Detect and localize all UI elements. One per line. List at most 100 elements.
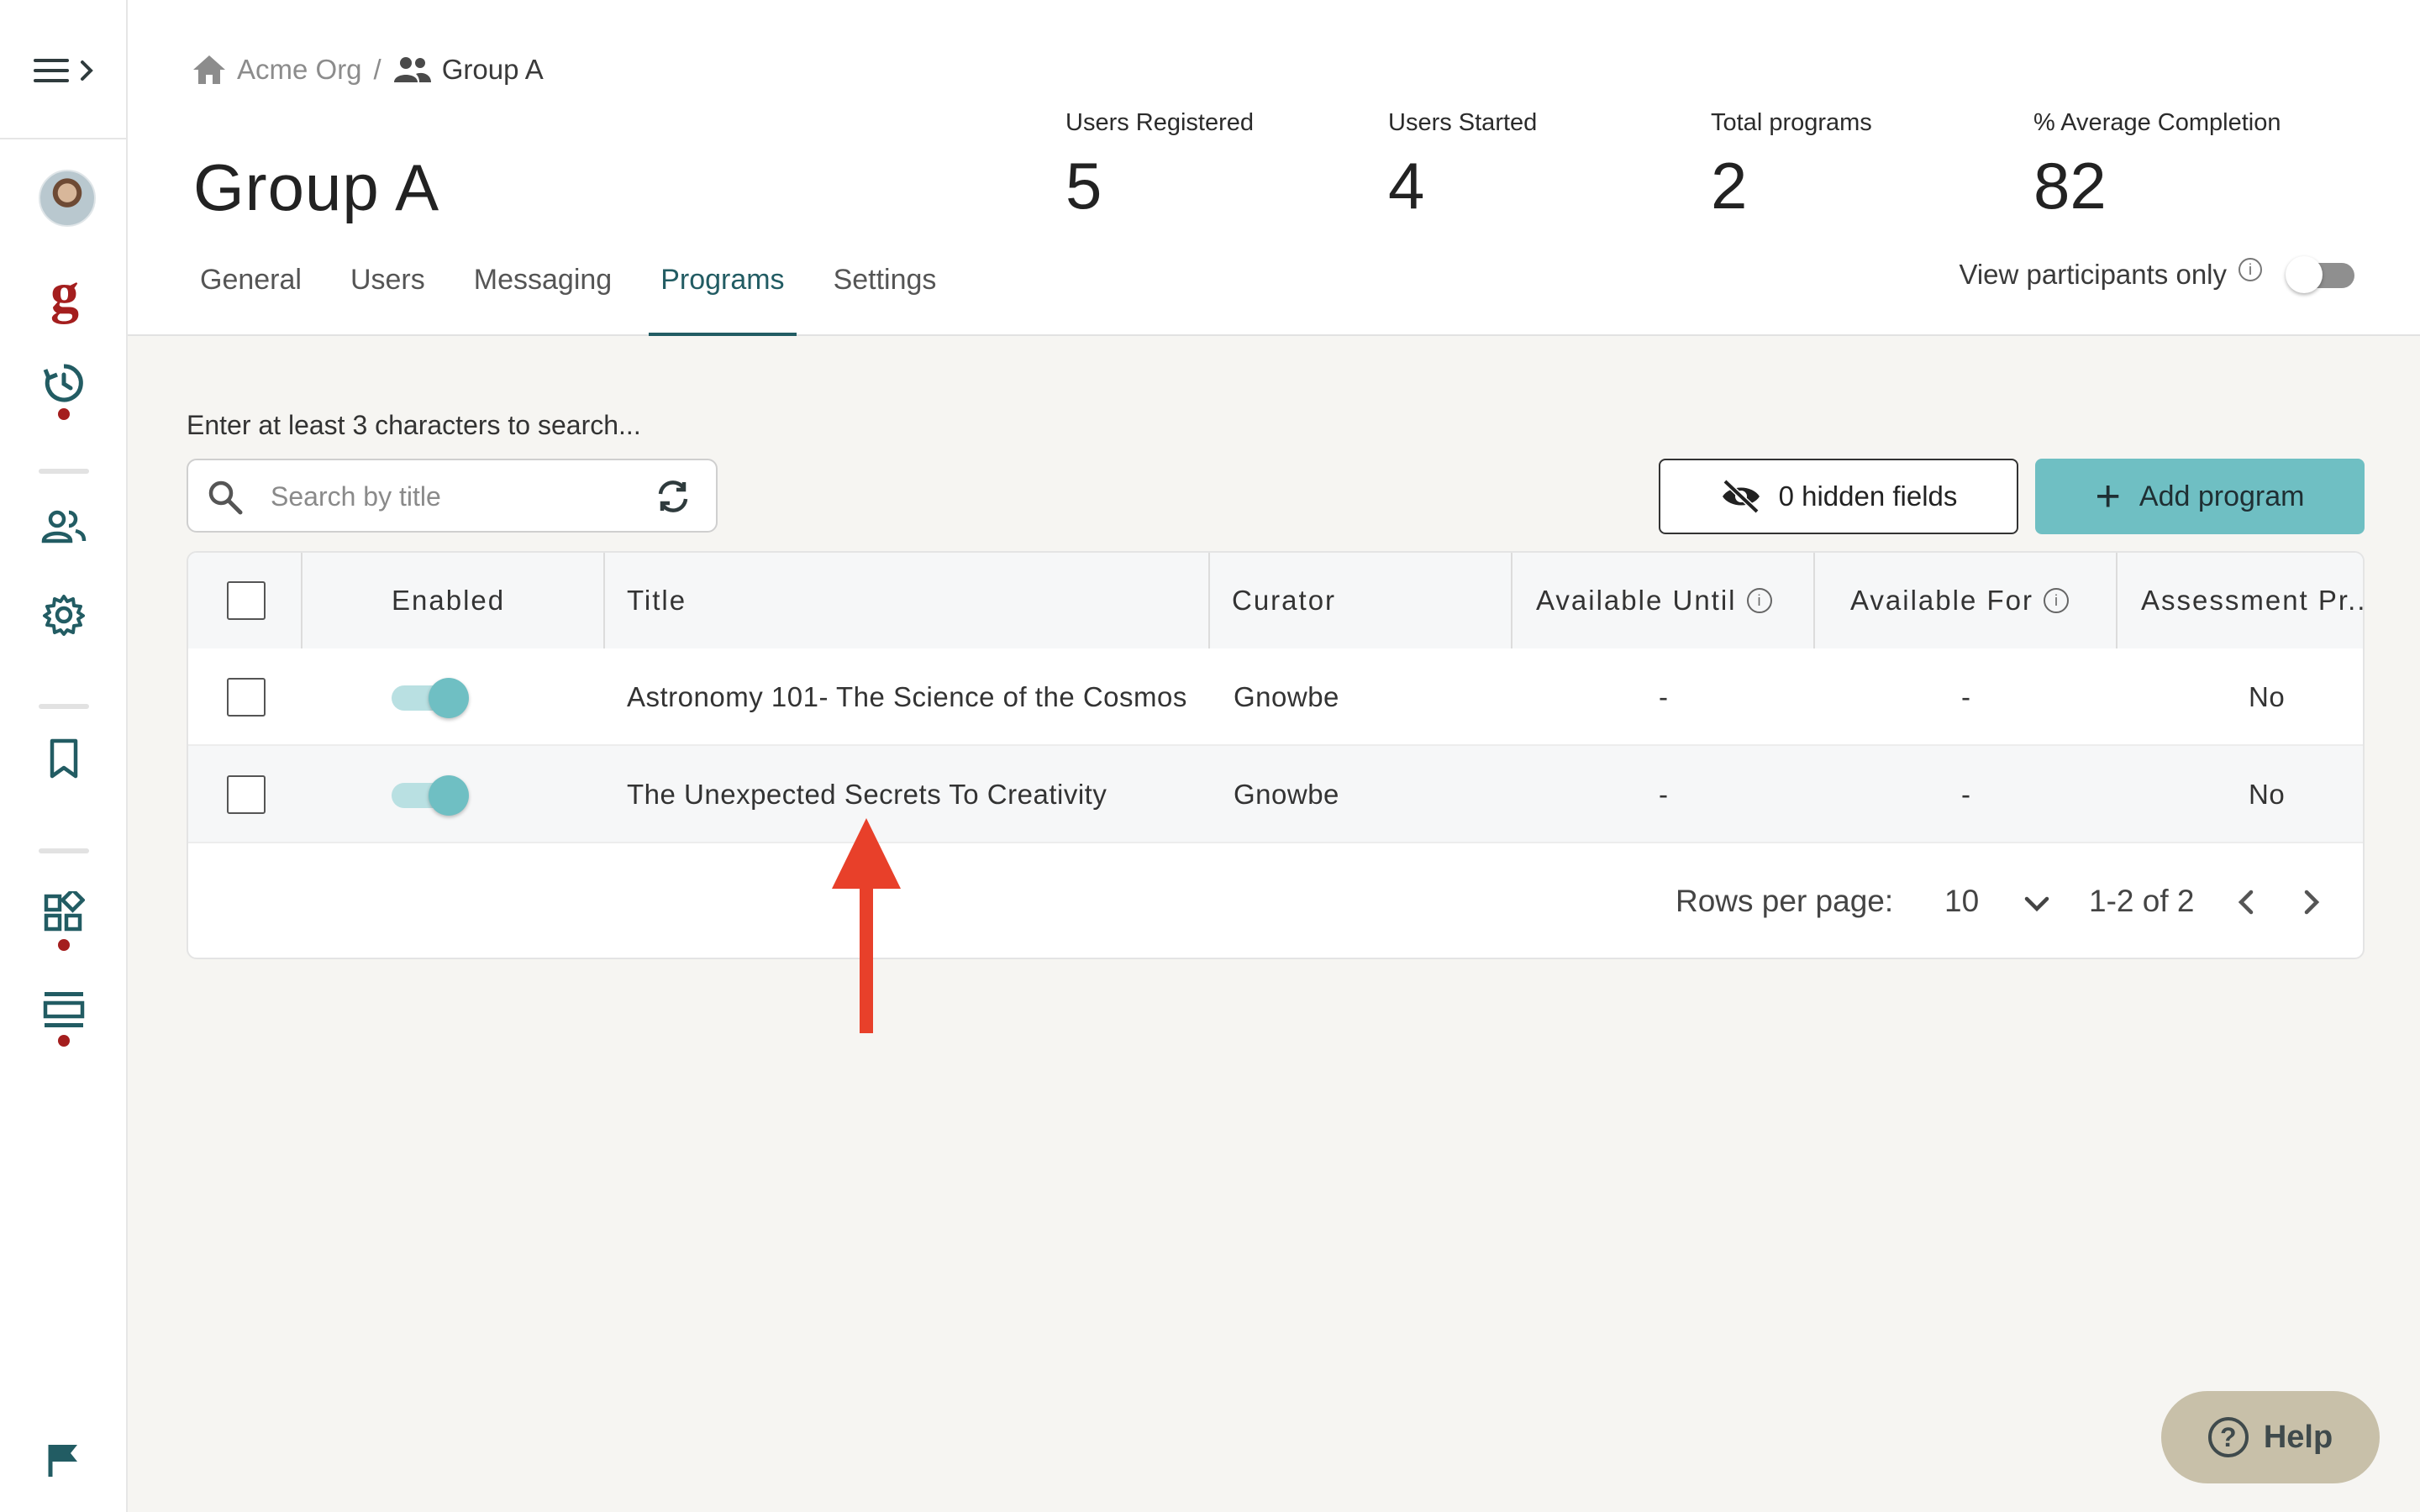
sidebar-header xyxy=(0,0,128,139)
sidebar-item-users[interactable] xyxy=(34,497,94,558)
tab-settings[interactable]: Settings xyxy=(822,252,949,336)
toggle-knob xyxy=(2286,256,2323,293)
page-header: Acme Org / Group A Group A Users Registe… xyxy=(128,0,2420,336)
breadcrumb-current: Group A xyxy=(441,54,544,85)
table-pagination: Rows per page: 10 1-2 of 2 xyxy=(188,843,2363,958)
info-icon[interactable]: i xyxy=(1746,588,1772,613)
column-divider xyxy=(1511,553,1512,648)
stat-users-registered: Users Registered 5 xyxy=(1065,109,1254,219)
menu-toggle-button[interactable] xyxy=(32,52,99,89)
row-select-cell xyxy=(227,746,266,843)
notification-dot xyxy=(58,1035,70,1047)
assessment-cell: No xyxy=(2249,779,2286,810)
stat-label: Users Registered xyxy=(1065,109,1255,136)
enabled-cell xyxy=(392,648,469,746)
chevron-left-icon[interactable] xyxy=(2230,885,2264,919)
hidden-fields-button[interactable]: 0 hidden fields xyxy=(1659,459,2018,534)
stat-label: Users Started xyxy=(1388,109,1538,136)
tab-programs[interactable]: Programs xyxy=(649,252,797,336)
rows-per-page-select[interactable]: 10 xyxy=(1944,884,1979,919)
stat-users-started: Users Started 4 xyxy=(1388,109,1537,219)
participants-filter: View participants only i xyxy=(1959,256,2356,293)
chevron-down-icon[interactable] xyxy=(2020,887,2054,921)
select-all-checkbox[interactable] xyxy=(227,581,266,620)
participants-toggle[interactable] xyxy=(2286,256,2356,293)
chevron-right-icon[interactable] xyxy=(2294,885,2328,919)
row-checkbox[interactable] xyxy=(227,678,266,717)
sidebar: g xyxy=(0,0,128,1512)
breadcrumb: Acme Org / Group A xyxy=(192,49,544,91)
select-all-cell xyxy=(227,553,266,648)
stat-label: Total programs xyxy=(1711,109,1872,136)
help-button[interactable]: ? Help xyxy=(2161,1391,2380,1483)
tab-messaging[interactable]: Messaging xyxy=(462,252,623,336)
column-header-curator[interactable]: Curator xyxy=(1232,553,1336,648)
sidebar-divider xyxy=(39,704,89,709)
sidebar-item-history[interactable] xyxy=(34,353,94,413)
flag-icon xyxy=(48,1445,77,1477)
enabled-toggle[interactable] xyxy=(392,676,469,718)
sidebar-item-bookmarks[interactable] xyxy=(34,729,94,790)
assessment-cell: No xyxy=(2249,681,2286,712)
search-box xyxy=(187,459,718,533)
widgets-icon xyxy=(44,891,85,932)
breadcrumb-separator: / xyxy=(373,54,381,85)
table-row[interactable]: The Unexpected Secrets To Creativity Gno… xyxy=(188,746,2363,843)
breadcrumb-org-link[interactable]: Acme Org xyxy=(237,54,362,86)
group-icon xyxy=(393,57,431,82)
search-icon xyxy=(208,480,243,515)
add-program-label: Add program xyxy=(2139,480,2305,512)
stat-value: 82 xyxy=(2033,149,2107,223)
tab-users[interactable]: Users xyxy=(339,252,437,336)
help-label: Help xyxy=(2263,1419,2333,1455)
help-icon: ? xyxy=(2207,1417,2249,1457)
column-divider xyxy=(301,553,302,648)
column-divider xyxy=(603,553,605,648)
stat-value: 4 xyxy=(1388,149,1425,223)
row-checkbox[interactable] xyxy=(227,775,266,814)
avatar[interactable] xyxy=(39,170,96,227)
notification-dot xyxy=(58,939,70,951)
home-icon xyxy=(193,55,225,84)
column-divider xyxy=(1208,553,1210,648)
stat-average-completion: % Average Completion 82 xyxy=(2033,109,2281,219)
column-header-available-until[interactable]: Available Until i xyxy=(1536,553,1772,648)
sidebar-item-settings[interactable] xyxy=(34,585,94,645)
sidebar-item-flag[interactable] xyxy=(34,1430,94,1490)
users-icon xyxy=(41,510,87,543)
sidebar-item-widgets[interactable] xyxy=(34,882,94,942)
sidebar-item-layout[interactable] xyxy=(34,979,94,1040)
stat-value: 5 xyxy=(1065,149,1102,223)
column-divider xyxy=(1813,553,1815,648)
column-header-title[interactable]: Title xyxy=(627,553,687,648)
sidebar-divider xyxy=(39,848,89,853)
title-cell[interactable]: Astronomy 101- The Science of the Cosmos xyxy=(627,648,1187,746)
stat-value: 2 xyxy=(1711,149,1748,223)
column-header-available-for[interactable]: Available For i xyxy=(1850,553,2069,648)
table-header: Enabled Title Curator Available Until i … xyxy=(188,553,2363,648)
gnowbe-logo[interactable]: g xyxy=(44,264,86,326)
refresh-icon[interactable] xyxy=(654,477,692,516)
info-icon[interactable]: i xyxy=(2044,588,2069,613)
curator-cell: Gnowbe xyxy=(1234,779,1339,810)
toggle-knob xyxy=(429,775,469,816)
pagination-range: 1-2 of 2 xyxy=(2089,884,2195,918)
bookmark-icon xyxy=(50,738,78,779)
page-title: Group A xyxy=(193,150,440,224)
gear-icon xyxy=(43,595,85,636)
tab-general[interactable]: General xyxy=(188,252,313,336)
column-header-label: Available For xyxy=(1850,585,2033,616)
search-input[interactable] xyxy=(269,475,639,517)
table-row[interactable]: Astronomy 101- The Science of the Cosmos… xyxy=(188,648,2363,746)
info-icon[interactable]: i xyxy=(2238,258,2262,281)
row-select-cell xyxy=(227,648,266,746)
column-header-assessment[interactable]: Assessment Pr... xyxy=(2141,553,2363,648)
participants-label: View participants only xyxy=(1959,259,2227,290)
enabled-toggle[interactable] xyxy=(392,774,469,816)
available-until-cell: - xyxy=(1659,681,1669,712)
annotation-arrow xyxy=(832,818,901,1033)
enabled-cell xyxy=(392,746,469,843)
column-header-enabled[interactable]: Enabled xyxy=(392,553,505,648)
add-program-button[interactable]: + Add program xyxy=(2035,459,2365,534)
programs-table: Enabled Title Curator Available Until i … xyxy=(187,551,2365,959)
